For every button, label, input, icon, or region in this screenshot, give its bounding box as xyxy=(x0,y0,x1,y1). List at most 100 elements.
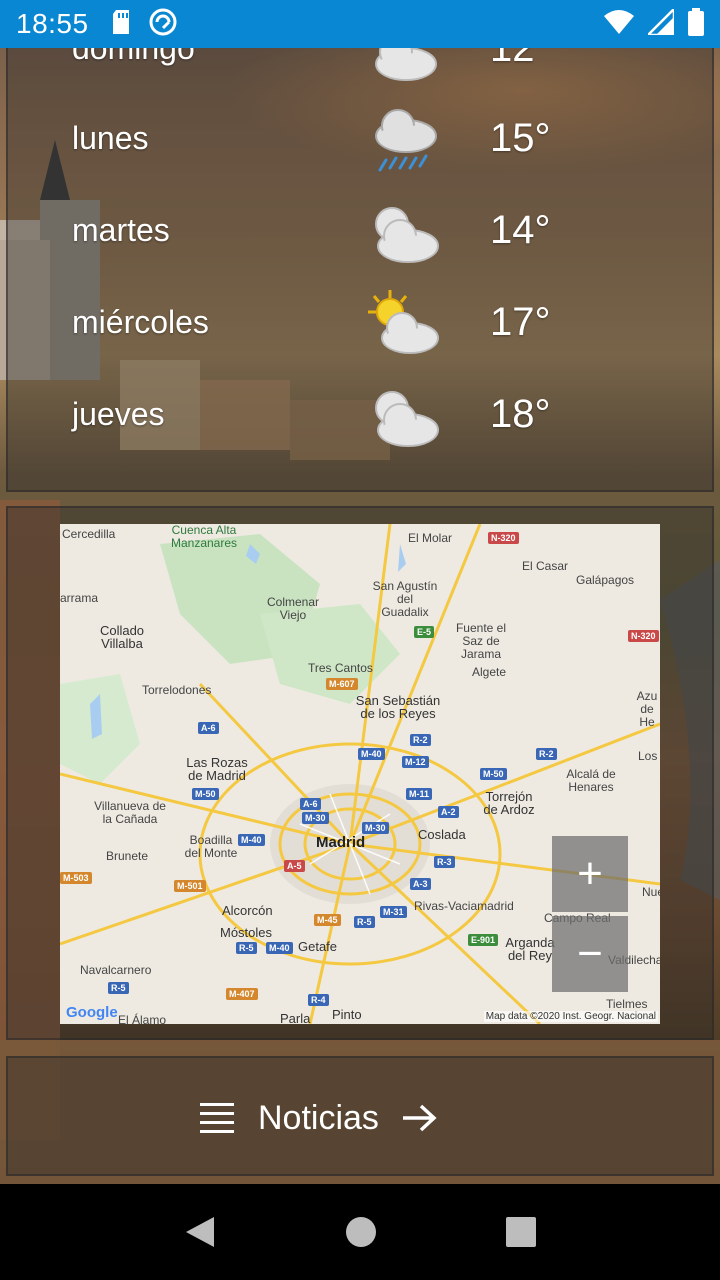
road-badge: N-320 xyxy=(628,630,659,642)
cloudy-icon xyxy=(375,391,439,447)
road-badge: R-5 xyxy=(108,982,129,994)
day-name: jueves xyxy=(72,396,165,432)
map-label: El Molar xyxy=(408,531,453,545)
forecast-row: martes 14° xyxy=(8,194,716,274)
map-label: San Sebastián de los Reyes xyxy=(355,693,441,721)
day-name: martes xyxy=(72,212,170,248)
news-button[interactable]: Noticias xyxy=(200,1092,460,1144)
map-label: El Casar xyxy=(522,559,569,573)
road-badge: M-40 xyxy=(266,942,293,954)
road-badge: M-50 xyxy=(480,768,507,780)
road-badge: E-901 xyxy=(468,934,499,946)
road-badge: M-40 xyxy=(358,748,385,760)
road-badge: A-5 xyxy=(284,860,305,872)
map-credit: Map data ©2020 Inst. Geogr. Nacional xyxy=(483,1011,658,1022)
zoom-out-button[interactable]: − xyxy=(552,916,628,992)
map-label: Arganda del Rey xyxy=(505,935,555,963)
temperature: 17° xyxy=(490,300,551,344)
road-badge: M-11 xyxy=(406,788,433,800)
map-label: Alcalá de Henares xyxy=(566,767,616,794)
road-badge: M-407 xyxy=(226,988,258,1000)
map-label: Pinto xyxy=(332,1007,362,1022)
map-label: Cercedilla xyxy=(62,527,116,541)
road-badge: E-5 xyxy=(414,626,435,638)
google-logo: Google xyxy=(66,1004,118,1021)
map-label: Navalcarnero xyxy=(80,963,152,977)
home-icon[interactable] xyxy=(345,1216,377,1248)
road-badge: R-2 xyxy=(536,748,557,760)
road-badge: M-607 xyxy=(326,678,358,690)
battery-icon xyxy=(688,7,704,41)
temperature: 14° xyxy=(490,208,551,252)
road-badge: M-50 xyxy=(192,788,219,800)
forecast-panel[interactable]: domingo 12° lunes 15° martes 14° miércol… xyxy=(6,26,716,492)
road-badge: A-2 xyxy=(438,806,459,818)
road-badge: M-31 xyxy=(380,906,407,918)
wifi-icon xyxy=(604,9,634,39)
map-label: Azu de He xyxy=(636,689,658,729)
map-label: Getafe xyxy=(298,939,338,954)
partly-sunny-icon xyxy=(368,290,439,354)
status-time: 18:55 xyxy=(16,8,89,39)
map-label: Torrelodones xyxy=(142,683,212,697)
map-label: Collado Villalba xyxy=(99,623,145,651)
road-badge: M-30 xyxy=(362,822,389,834)
map-label: Alcorcón xyxy=(222,903,273,918)
temperature: 18° xyxy=(490,392,551,436)
road-badge: A-3 xyxy=(410,878,431,890)
map-label: El Álamo xyxy=(118,1013,167,1025)
map-label: Brunete xyxy=(106,849,149,863)
map-label: Colmenar Viejo xyxy=(266,595,320,622)
navigation-bar xyxy=(0,1184,720,1280)
day-name: lunes xyxy=(72,120,149,156)
forecast-row: lunes 15° xyxy=(8,102,716,182)
forecast-row: miércoles 17° xyxy=(8,286,716,366)
road-badge: M-40 xyxy=(238,834,265,846)
map-label: Los H xyxy=(638,749,660,763)
road-badge: R-5 xyxy=(354,916,375,928)
map-label: San Agustín del Guadalix xyxy=(372,579,438,619)
signal-icon xyxy=(644,5,676,40)
map-label: Tielmes xyxy=(606,997,648,1011)
news-label: Noticias xyxy=(258,1098,379,1137)
road-badge: R-4 xyxy=(308,994,329,1006)
road-badge: R-5 xyxy=(236,942,257,954)
map-label: Cuenca Alta Manzanares xyxy=(170,524,238,550)
map-label: Tres Cantos xyxy=(308,661,373,675)
sd-card-icon xyxy=(111,9,131,39)
road-badge: N-320 xyxy=(488,532,519,544)
sync-icon xyxy=(149,8,177,41)
zoom-in-button[interactable]: + xyxy=(552,836,628,912)
back-icon[interactable] xyxy=(184,1215,216,1249)
recents-icon[interactable] xyxy=(505,1217,536,1247)
map-label: Rivas-Vaciamadrid xyxy=(414,899,514,913)
road-badge: M-503 xyxy=(60,872,92,884)
map-label: Boadilla del Monte xyxy=(184,833,238,860)
list-icon xyxy=(200,1103,234,1133)
map-label: arrama xyxy=(60,591,99,605)
status-bar: 18:55 xyxy=(0,0,720,48)
day-name: miércoles xyxy=(72,304,209,340)
cloudy-icon xyxy=(375,207,439,263)
road-badge: M-45 xyxy=(314,914,341,926)
road-badge: A-6 xyxy=(300,798,321,810)
map-label: Coslada xyxy=(418,827,466,842)
forecast-row: jueves 18° xyxy=(8,378,716,458)
map-label: Las Rozas de Madrid xyxy=(186,755,248,783)
road-badge: M-12 xyxy=(402,756,429,768)
map-label: Parla xyxy=(280,1011,311,1024)
map-label: Madrid xyxy=(316,834,366,851)
road-badge: M-501 xyxy=(174,880,206,892)
road-badge: R-3 xyxy=(434,856,455,868)
map-label: Fuente el Saz de Jarama xyxy=(455,621,507,661)
map-label: Nue xyxy=(642,885,660,899)
map-label: Villanueva de la Cañada xyxy=(94,799,166,826)
map-label: Algete xyxy=(472,665,507,679)
road-badge: R-2 xyxy=(410,734,431,746)
temperature: 15° xyxy=(490,116,551,160)
road-badge: A-6 xyxy=(198,722,219,734)
map-label: Torrejón de Ardoz xyxy=(483,789,535,817)
map-label: Galápagos xyxy=(576,573,635,587)
arrow-right-icon xyxy=(402,1104,437,1132)
map-label: Móstoles xyxy=(220,925,273,940)
